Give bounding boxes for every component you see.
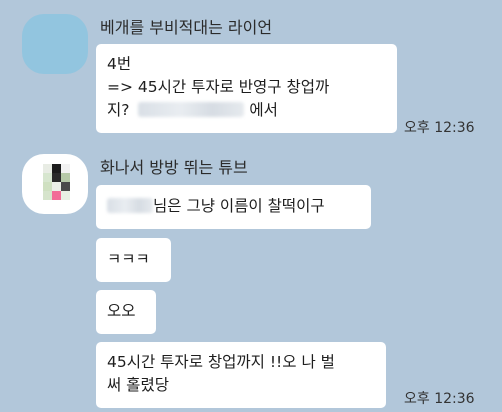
message-text: 님은 그냥 이름이 찰떡이구 [153,197,325,215]
timestamp: 오후 12:36 [404,120,475,136]
message-text: 오오 [107,302,136,320]
sender-name-ryan: 베개를 부비적대는 라이언 [100,18,273,37]
avatar-pixel [43,164,52,173]
redacted-text [107,198,153,213]
message-line: 지? 에서 [107,99,386,122]
redacted-text [138,102,245,117]
avatar-pixel [43,191,52,200]
avatar-pixel [61,173,70,182]
avatar-pixel [43,173,52,182]
timestamp: 오후 12:36 [404,391,475,407]
message-bubble-tube[interactable]: 오오 [96,290,156,334]
message-bubble-tube[interactable]: 45시간 투자로 창업까지 !!오 나 벌 써 홀렸당 [96,342,386,408]
avatar-pixel [61,182,70,191]
avatar-pixel [61,191,70,200]
message-line: 4번 [107,55,132,73]
message-text: 에서 [249,101,278,119]
avatar-pixel [61,164,70,173]
avatar-pixel [43,182,52,191]
message-text: ㅋㅋㅋ [107,250,150,268]
message-text: 지? [107,101,130,119]
profile-avatar-tube[interactable] [22,154,88,214]
profile-avatar-ryan[interactable] [22,14,88,74]
message-line: => 45시간 투자로 반영구 창업까 [107,78,330,96]
message-bubble-tube[interactable]: 님은 그냥 이름이 찰떡이구 [96,185,371,229]
avatar-pixel [52,164,61,173]
message-line: 45시간 투자로 창업까지 !!오 나 벌 [107,353,335,371]
avatar-pixel [52,173,61,182]
message-bubble-tube[interactable]: ㅋㅋㅋ [96,238,171,282]
sender-name-tube: 화나서 방방 뛰는 튜브 [100,158,248,177]
message-line: 써 홀렸당 [107,376,169,394]
avatar-pixel [52,191,61,200]
avatar-pixel [52,182,61,191]
message-bubble-ryan[interactable]: 4번 => 45시간 투자로 반영구 창업까 지? 에서 [96,44,397,133]
